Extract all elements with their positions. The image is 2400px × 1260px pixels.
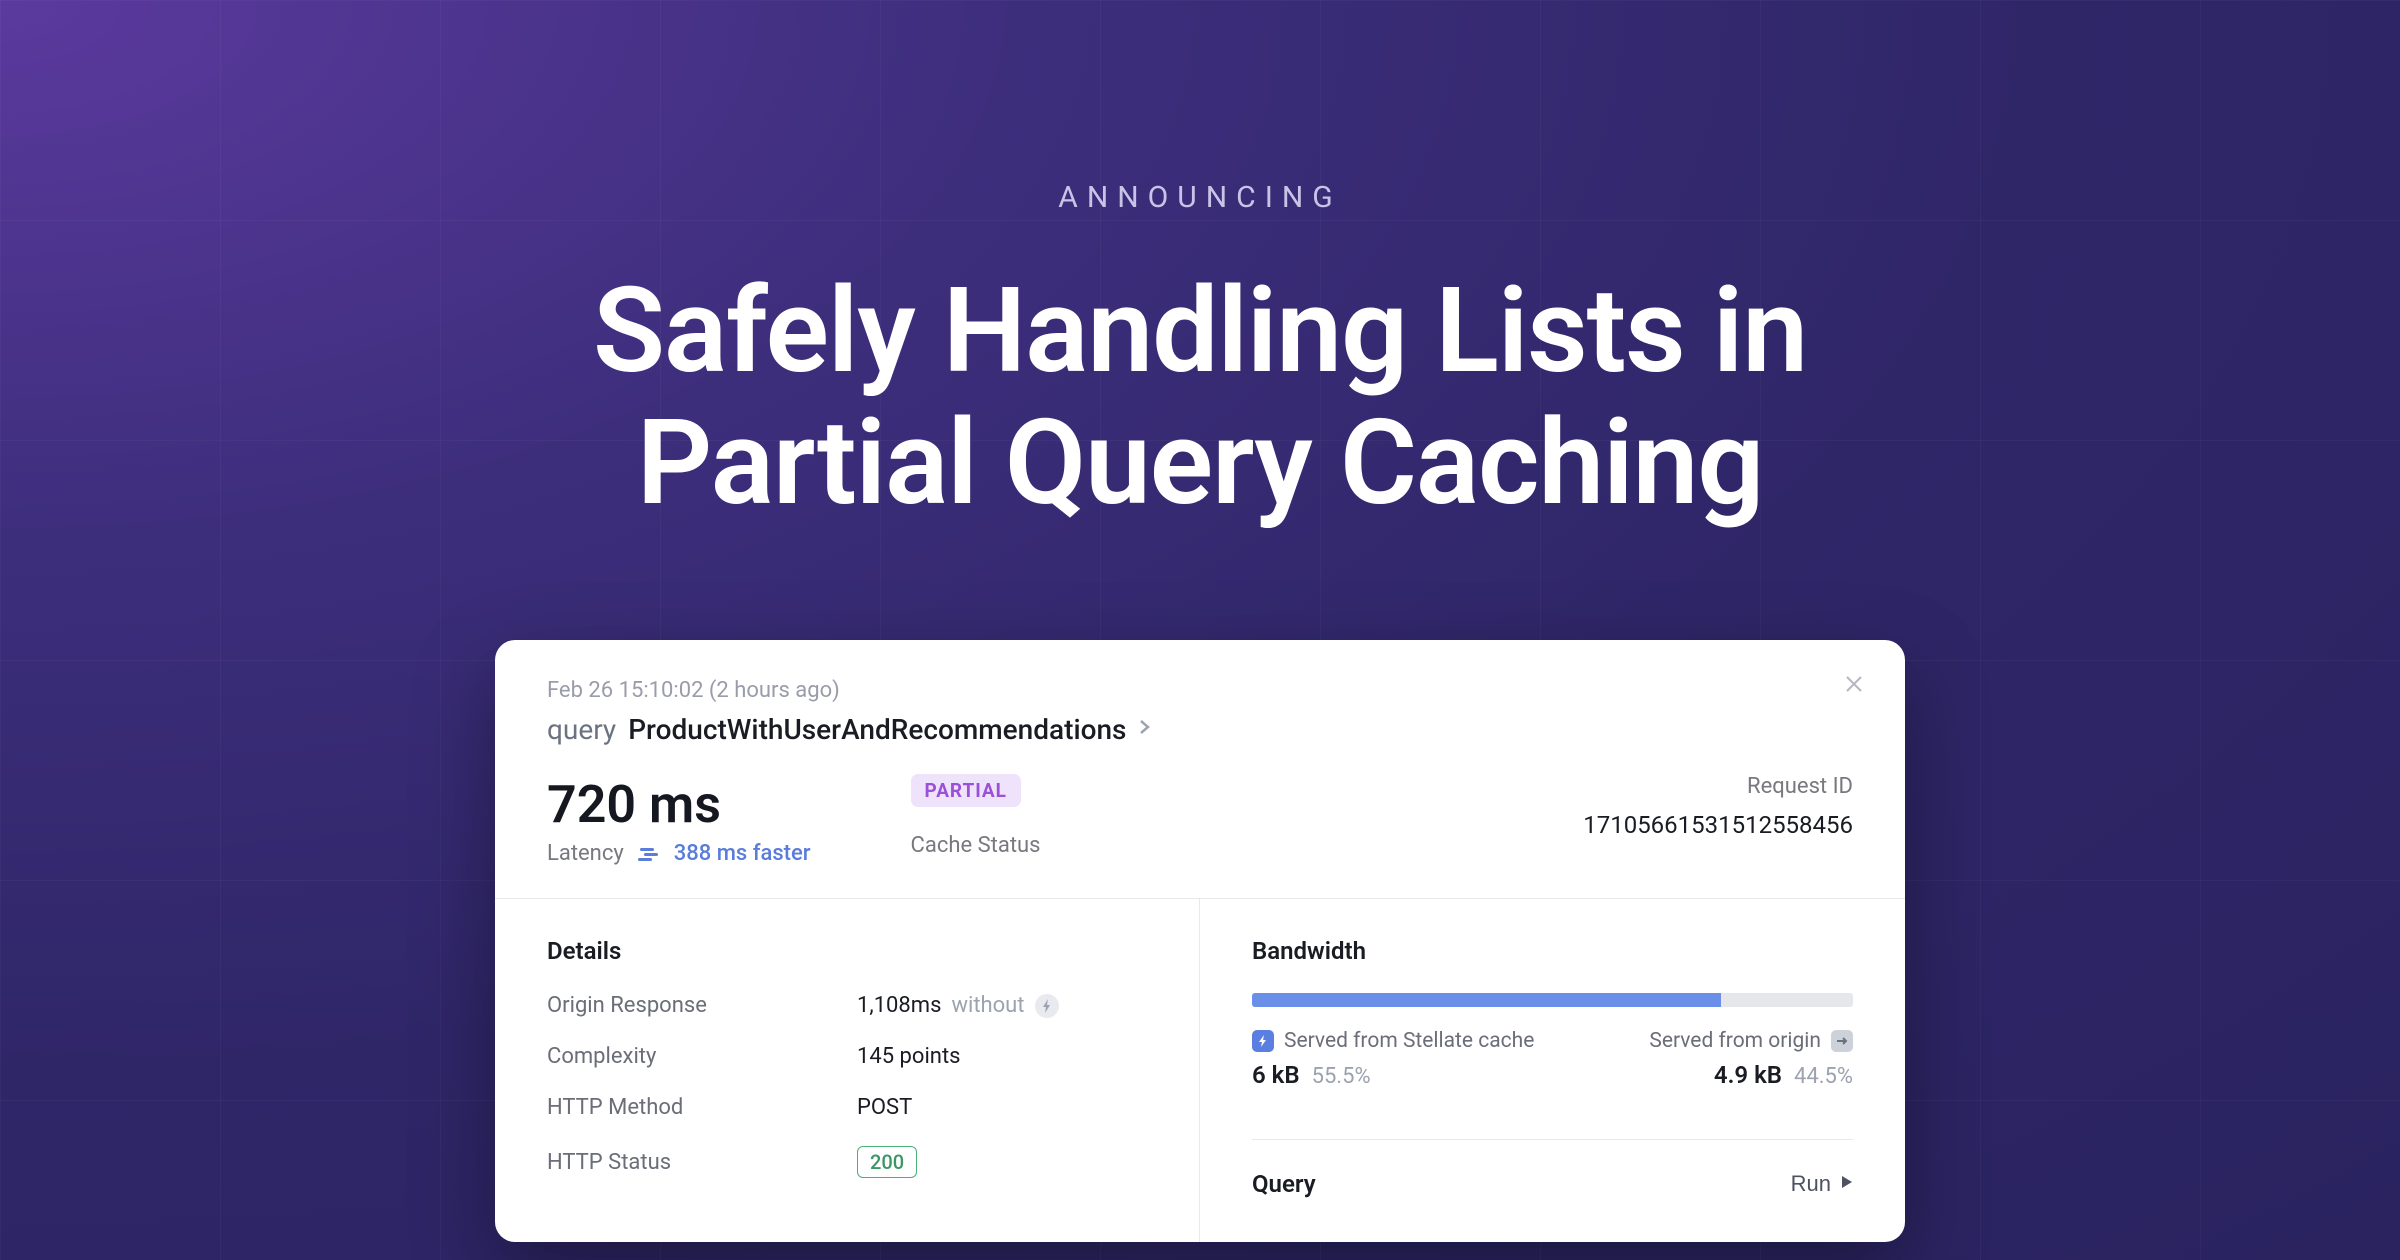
play-icon <box>1841 1175 1853 1194</box>
bandwidth-origin-values: 4.9 kB 44.5% <box>1714 1061 1853 1089</box>
detail-value: 1,108ms without <box>857 993 1059 1018</box>
bandwidth-bar-filled <box>1252 993 1721 1007</box>
bandwidth-origin-label: Served from origin <box>1649 1029 1853 1053</box>
bandwidth-cached-value: 6 kB <box>1252 1061 1300 1089</box>
query-section: Query Run <box>1252 1139 1853 1198</box>
faster-icon <box>638 845 660 863</box>
timestamp: Feb 26 15:10:02 (2 hours ago) <box>547 678 1853 703</box>
detail-row-complexity: Complexity 145 points <box>547 1044 1147 1069</box>
query-title: Query <box>1252 1170 1316 1198</box>
request-id-label: Request ID <box>1583 774 1853 799</box>
detail-value: 200 <box>857 1146 917 1178</box>
bandwidth-row: Served from Stellate cache 6 kB 55.5% Se… <box>1252 1029 1853 1089</box>
detail-label: Origin Response <box>547 993 857 1018</box>
request-detail-card: Feb 26 15:10:02 (2 hours ago) query Prod… <box>495 640 1905 1242</box>
detail-row-http-status: HTTP Status 200 <box>547 1146 1147 1178</box>
stats-row: 720 ms Latency 388 ms faster PARTIAL Cac… <box>547 774 1853 866</box>
cache-status-label: Cache Status <box>911 833 1041 858</box>
bandwidth-cached-label-text: Served from Stellate cache <box>1284 1029 1534 1053</box>
bandwidth-origin-value: 4.9 kB <box>1714 1061 1782 1089</box>
latency-value: 720 ms <box>547 774 811 835</box>
bandwidth-cached-label: Served from Stellate cache <box>1252 1029 1534 1053</box>
query-prefix: query <box>547 713 616 746</box>
card-body: Details Origin Response 1,108ms without … <box>495 899 1905 1242</box>
bandwidth-cached: Served from Stellate cache 6 kB 55.5% <box>1252 1029 1534 1089</box>
detail-suffix: without <box>951 993 1024 1018</box>
bandwidth-cached-pct: 55.5% <box>1312 1064 1371 1089</box>
status-badge: 200 <box>857 1146 917 1178</box>
cache-status-badge: PARTIAL <box>911 774 1021 807</box>
details-title: Details <box>547 937 1147 965</box>
hero: ANNOUNCING Safely Handling Lists in Part… <box>0 0 2400 529</box>
title-line-1: Safely Handling Lists in <box>593 262 1807 400</box>
cache-bolt-icon <box>1252 1030 1274 1052</box>
bandwidth-column: Bandwidth Served from Stellate cache 6 k… <box>1200 899 1905 1242</box>
bandwidth-title: Bandwidth <box>1252 937 1853 965</box>
query-name: ProductWithUserAndRecommendations <box>628 713 1126 746</box>
detail-value: POST <box>857 1095 912 1120</box>
detail-value: 145 points <box>857 1044 961 1069</box>
bandwidth-origin-label-text: Served from origin <box>1649 1029 1821 1053</box>
kicker: ANNOUNCING <box>0 180 2400 215</box>
details-column: Details Origin Response 1,108ms without … <box>495 899 1200 1242</box>
latency-block: 720 ms Latency 388 ms faster <box>547 774 811 866</box>
latency-faster: 388 ms faster <box>674 841 811 866</box>
title-line-2: Partial Query Caching <box>637 394 1763 532</box>
chevron-right-icon <box>1138 716 1152 744</box>
detail-label: Complexity <box>547 1044 857 1069</box>
bandwidth-bar <box>1252 993 1853 1007</box>
page-title: Safely Handling Lists in Partial Query C… <box>0 265 2400 529</box>
latency-sub: Latency 388 ms faster <box>547 841 811 866</box>
cache-block: PARTIAL Cache Status <box>911 774 1041 858</box>
latency-label: Latency <box>547 841 624 866</box>
run-button[interactable]: Run <box>1791 1171 1853 1197</box>
bandwidth-origin-pct: 44.5% <box>1794 1064 1853 1089</box>
detail-value-text: 1,108ms <box>857 993 941 1018</box>
detail-row-origin-response: Origin Response 1,108ms without <box>547 993 1147 1018</box>
detail-label: HTTP Status <box>547 1150 857 1175</box>
bandwidth-origin: Served from origin 4.9 kB 44.5% <box>1649 1029 1853 1089</box>
card-header: Feb 26 15:10:02 (2 hours ago) query Prod… <box>495 640 1905 899</box>
detail-row-http-method: HTTP Method POST <box>547 1095 1147 1120</box>
detail-label: HTTP Method <box>547 1095 857 1120</box>
run-button-label: Run <box>1791 1171 1831 1197</box>
request-id-value: 17105661531512558456 <box>1583 811 1853 839</box>
query-breadcrumb[interactable]: query ProductWithUserAndRecommendations <box>547 713 1853 746</box>
bandwidth-cached-values: 6 kB 55.5% <box>1252 1061 1534 1089</box>
origin-arrow-icon <box>1831 1030 1853 1052</box>
bolt-icon <box>1035 994 1059 1018</box>
request-id-block: Request ID 17105661531512558456 <box>1583 774 1853 839</box>
